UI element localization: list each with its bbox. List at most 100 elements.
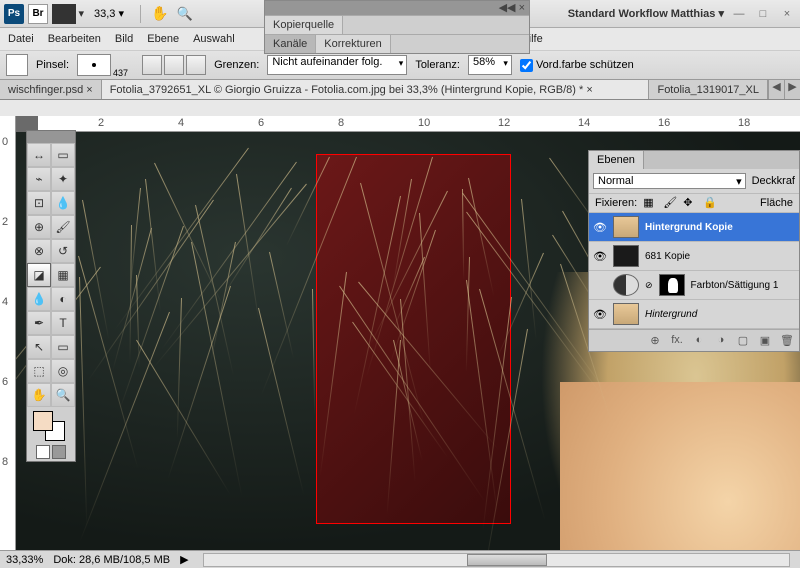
type-tool[interactable]: T: [51, 311, 75, 335]
adjustment-thumb[interactable]: [613, 274, 639, 296]
doc-tab-1[interactable]: wischfinger.psd ×: [0, 80, 102, 99]
doc-tab-3[interactable]: Fotolia_1319017_XL: [649, 80, 768, 99]
minimize-button[interactable]: —: [730, 8, 748, 20]
vertical-ruler: 02468: [0, 116, 16, 550]
3d-camera-tool[interactable]: ◎: [51, 359, 75, 383]
zoom-level[interactable]: 33,3 ▾: [94, 7, 124, 20]
lock-all-icon[interactable]: 🔒: [703, 196, 717, 210]
tab-kopierquelle[interactable]: Kopierquelle: [265, 16, 343, 34]
doc-tab-2[interactable]: Fotolia_3792651_XL © Giorgio Gruizza - F…: [102, 80, 650, 99]
bridge-icon[interactable]: Br: [28, 4, 48, 24]
group-icon[interactable]: ▢: [735, 334, 751, 347]
protect-foreground-checkbox[interactable]: Vord.farbe schützen: [520, 59, 634, 72]
layer-thumb[interactable]: [613, 303, 639, 325]
menu-bild[interactable]: Bild: [115, 33, 133, 45]
gradient-tool[interactable]: ▦: [51, 263, 75, 287]
limits-label: Grenzen:: [214, 59, 259, 71]
brush-options-icons[interactable]: [142, 55, 206, 75]
menu-auswahl[interactable]: Auswahl: [193, 33, 235, 45]
brush-label: Pinsel:: [36, 59, 69, 71]
photoshop-icon[interactable]: Ps: [4, 4, 24, 24]
stamp-tool[interactable]: ⊗: [27, 239, 51, 263]
link-icon: ⊘: [645, 280, 653, 291]
horizontal-scrollbar[interactable]: [203, 553, 790, 567]
layer-row[interactable]: ⊘ Farbton/Sättigung 1: [589, 271, 799, 300]
tab-korrekturen[interactable]: Korrekturen: [316, 35, 390, 53]
zoom-tool[interactable]: 🔍: [51, 383, 75, 407]
move-tool[interactable]: ↔: [27, 143, 51, 167]
layer-row[interactable]: 👁 Hintergrund Kopie: [589, 213, 799, 242]
new-layer-icon[interactable]: ▣: [757, 334, 773, 347]
minibridge-icon[interactable]: [52, 4, 76, 24]
color-swatches[interactable]: [27, 407, 75, 443]
visibility-icon[interactable]: [593, 279, 607, 291]
eraser-tool[interactable]: ◪: [27, 263, 51, 287]
zoom-tool-icon[interactable]: 🔍: [176, 6, 192, 22]
tolerance-label: Toleranz:: [415, 59, 460, 71]
tab-scroll-left[interactable]: ◀: [768, 80, 784, 99]
workspace-switcher[interactable]: Standard Workflow Matthias ▾: [568, 7, 724, 20]
status-arrow-icon[interactable]: ▶: [180, 553, 188, 566]
crop-tool[interactable]: ⊡: [27, 191, 51, 215]
horizontal-ruler: 24681012141618: [38, 116, 800, 132]
status-bar: 33,33% Dok: 28,6 MB/108,5 MB ▶: [0, 550, 800, 568]
menu-datei[interactable]: Datei: [8, 33, 34, 45]
layer-name[interactable]: Farbton/Sättigung 1: [691, 280, 795, 291]
tab-scroll-right[interactable]: ▶: [784, 80, 800, 99]
heal-tool[interactable]: ⊕: [27, 215, 51, 239]
tolerance-input[interactable]: 58%: [468, 55, 512, 75]
mask-icon[interactable]: ◐: [691, 334, 707, 347]
tab-kanaele[interactable]: Kanäle: [265, 35, 316, 53]
adjustment-icon[interactable]: ◑: [713, 334, 729, 347]
panel-collapse-icon[interactable]: ◀◀ ×: [499, 1, 525, 15]
link-layers-icon[interactable]: ⊕: [647, 334, 663, 347]
shape-tool[interactable]: ▭: [51, 335, 75, 359]
lock-position-icon[interactable]: ✥: [683, 196, 697, 210]
close-button[interactable]: ×: [778, 8, 796, 20]
status-doc[interactable]: Dok: 28,6 MB/108,5 MB: [53, 554, 170, 566]
path-tool[interactable]: ↖: [27, 335, 51, 359]
menu-hilfe[interactable]: ilfe: [529, 33, 543, 45]
layer-name[interactable]: 681 Kopie: [645, 251, 795, 262]
maximize-button[interactable]: □: [754, 8, 772, 20]
delete-layer-icon[interactable]: 🗑: [779, 334, 795, 347]
fx-icon[interactable]: fx.: [669, 334, 685, 347]
layer-thumb[interactable]: [613, 216, 639, 238]
limits-select[interactable]: Nicht aufeinander folg.: [267, 55, 407, 75]
lock-transparency-icon[interactable]: ▦: [643, 196, 657, 210]
tool-preset-picker[interactable]: [6, 54, 28, 76]
layer-thumb[interactable]: [613, 245, 639, 267]
visibility-icon[interactable]: 👁: [593, 308, 607, 321]
layer-name[interactable]: Hintergrund: [645, 309, 795, 320]
hand-tool-icon[interactable]: ✋: [151, 5, 168, 22]
tab-ebenen[interactable]: Ebenen: [589, 151, 644, 169]
blur-tool[interactable]: 💧: [27, 287, 51, 311]
layer-row[interactable]: 👁 Hintergrund: [589, 300, 799, 329]
foreground-color[interactable]: [33, 411, 53, 431]
lock-paint-icon[interactable]: 🖌: [663, 196, 677, 210]
brush-tool[interactable]: 🖌: [51, 215, 75, 239]
status-zoom[interactable]: 33,33%: [6, 554, 43, 566]
menu-bearbeiten[interactable]: Bearbeiten: [48, 33, 101, 45]
visibility-icon[interactable]: 👁: [593, 221, 607, 234]
blend-mode-select[interactable]: Normal: [593, 173, 746, 189]
layer-row[interactable]: 👁 681 Kopie: [589, 242, 799, 271]
marquee-tool[interactable]: ▭: [51, 143, 75, 167]
brush-picker[interactable]: [77, 54, 111, 76]
lasso-tool[interactable]: ⌁: [27, 167, 51, 191]
3d-tool[interactable]: ⬚: [27, 359, 51, 383]
hand-tool[interactable]: ✋: [27, 383, 51, 407]
visibility-icon[interactable]: 👁: [593, 250, 607, 263]
layer-mask-thumb[interactable]: [659, 274, 685, 296]
history-brush-tool[interactable]: ↺: [51, 239, 75, 263]
pen-tool[interactable]: ✒: [27, 311, 51, 335]
layer-name[interactable]: Hintergrund Kopie: [645, 222, 795, 233]
screenmode-toggle[interactable]: [52, 445, 66, 459]
eyedropper-tool[interactable]: 💧: [51, 191, 75, 215]
wand-tool[interactable]: ✦: [51, 167, 75, 191]
floating-panel-group[interactable]: ◀◀ × Kopierquelle Kanäle Korrekturen: [264, 0, 530, 54]
quickmask-toggle[interactable]: [36, 445, 50, 459]
layers-panel: Ebenen Normal Deckkraf Fixieren: ▦ 🖌 ✥ 🔒…: [588, 150, 800, 352]
dodge-tool[interactable]: ◐: [51, 287, 75, 311]
menu-ebene[interactable]: Ebene: [147, 33, 179, 45]
